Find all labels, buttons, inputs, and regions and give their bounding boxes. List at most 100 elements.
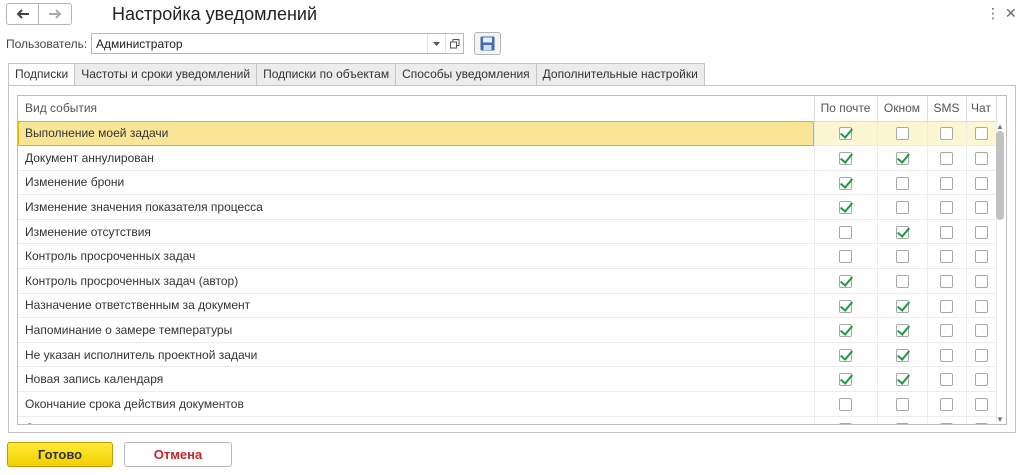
window-checkbox[interactable] bbox=[895, 250, 909, 264]
table-row[interactable]: Изменение значения показателя процесса bbox=[18, 194, 997, 220]
window-checkbox[interactable] bbox=[895, 201, 909, 215]
email-checkbox[interactable] bbox=[839, 127, 852, 141]
open-button[interactable] bbox=[445, 34, 463, 53]
scroll-thumb[interactable] bbox=[996, 131, 1004, 220]
event-name-cell[interactable]: Выполнение моей задачи bbox=[18, 121, 815, 147]
column-header-event[interactable]: Вид события bbox=[18, 96, 815, 122]
chat-checkbox[interactable] bbox=[974, 127, 988, 141]
email-checkbox[interactable] bbox=[839, 201, 852, 215]
sms-checkbox[interactable] bbox=[940, 373, 953, 387]
email-checkbox[interactable] bbox=[839, 250, 852, 264]
tab-frequencies[interactable]: Частоты и сроки уведомлений bbox=[75, 63, 258, 86]
table-row[interactable]: Напоминание о замере температуры bbox=[18, 317, 997, 343]
tab-subscriptions[interactable]: Подписки bbox=[8, 63, 76, 86]
table-row[interactable]: Окончание срока действия документов bbox=[18, 391, 997, 417]
chat-checkbox[interactable] bbox=[974, 373, 988, 387]
event-name-cell[interactable]: Остановка и прерывание процессов bbox=[18, 416, 815, 424]
window-checkbox[interactable] bbox=[895, 299, 909, 313]
chat-checkbox[interactable] bbox=[974, 152, 988, 166]
event-name-cell[interactable]: Изменение брони bbox=[18, 170, 815, 196]
window-checkbox[interactable] bbox=[895, 324, 909, 338]
back-button[interactable] bbox=[6, 3, 39, 25]
chat-checkbox[interactable] bbox=[974, 176, 988, 190]
chat-checkbox[interactable] bbox=[974, 422, 988, 424]
more-vert-icon[interactable]: ⋮ bbox=[986, 3, 1000, 23]
email-checkbox[interactable] bbox=[839, 152, 852, 166]
table-row[interactable]: Остановка и прерывание процессов bbox=[18, 416, 997, 424]
chat-checkbox[interactable] bbox=[974, 397, 988, 411]
window-checkbox[interactable] bbox=[895, 152, 909, 166]
chat-checkbox[interactable] bbox=[974, 250, 988, 264]
email-checkbox[interactable] bbox=[839, 299, 852, 313]
sms-checkbox[interactable] bbox=[940, 397, 953, 411]
tab-additional-settings[interactable]: Дополнительные настройки bbox=[536, 63, 705, 86]
event-name-cell[interactable]: Новая запись календаря bbox=[18, 366, 815, 393]
table-row[interactable]: Контроль просроченных задач (автор) bbox=[18, 268, 997, 294]
window-checkbox[interactable] bbox=[895, 176, 909, 190]
save-button[interactable] bbox=[474, 32, 501, 55]
window-checkbox[interactable] bbox=[895, 422, 909, 424]
email-checkbox[interactable] bbox=[839, 324, 852, 338]
column-header-sms[interactable]: SMS bbox=[927, 96, 967, 122]
vertical-scrollbar[interactable]: ▲ ▼ bbox=[995, 123, 1005, 424]
window-checkbox[interactable] bbox=[895, 275, 909, 289]
column-header-email[interactable]: По почте bbox=[814, 96, 878, 122]
sms-checkbox[interactable] bbox=[940, 127, 953, 141]
sms-checkbox[interactable] bbox=[940, 275, 953, 289]
forward-button[interactable] bbox=[39, 3, 72, 25]
event-name-cell[interactable]: Окончание срока действия документов bbox=[18, 391, 815, 417]
chat-checkbox[interactable] bbox=[974, 225, 988, 239]
event-name-cell[interactable]: Контроль просроченных задач (автор) bbox=[18, 268, 815, 294]
sms-checkbox[interactable] bbox=[940, 152, 953, 166]
window-checkbox[interactable] bbox=[895, 225, 909, 239]
window-checkbox[interactable] bbox=[895, 348, 909, 362]
dropdown-button[interactable] bbox=[427, 34, 445, 53]
email-checkbox[interactable] bbox=[839, 275, 852, 289]
chat-checkbox[interactable] bbox=[974, 324, 988, 338]
event-name-cell[interactable]: Контроль просроченных задач bbox=[18, 243, 815, 270]
window-checkbox[interactable] bbox=[895, 397, 909, 411]
email-checkbox[interactable] bbox=[839, 225, 852, 239]
window-checkbox[interactable] bbox=[895, 127, 909, 141]
close-icon[interactable]: ✕ bbox=[1005, 3, 1017, 23]
email-checkbox[interactable] bbox=[839, 348, 852, 362]
email-checkbox[interactable] bbox=[839, 373, 852, 387]
scroll-down-icon[interactable]: ▼ bbox=[996, 416, 1004, 424]
window-checkbox[interactable] bbox=[895, 373, 909, 387]
column-header-chat[interactable]: Чат bbox=[966, 96, 997, 122]
table-row[interactable]: Назначение ответственным за документ bbox=[18, 293, 997, 319]
user-input[interactable] bbox=[92, 34, 427, 53]
table-row[interactable]: Изменение брони bbox=[18, 170, 997, 196]
table-row[interactable]: Контроль просроченных задач bbox=[18, 243, 997, 270]
event-name-cell[interactable]: Изменение значения показателя процесса bbox=[18, 194, 815, 220]
email-checkbox[interactable] bbox=[839, 422, 852, 424]
sms-checkbox[interactable] bbox=[940, 176, 953, 190]
column-header-window[interactable]: Окном bbox=[877, 96, 928, 122]
table-row[interactable]: Выполнение моей задачи bbox=[18, 121, 997, 147]
chat-checkbox[interactable] bbox=[974, 348, 988, 362]
sms-checkbox[interactable] bbox=[940, 324, 953, 338]
sms-checkbox[interactable] bbox=[940, 299, 953, 313]
done-button[interactable]: Готово bbox=[7, 442, 113, 467]
event-name-cell[interactable]: Напоминание о замере температуры bbox=[18, 317, 815, 343]
tab-notification-methods[interactable]: Способы уведомления bbox=[396, 63, 537, 86]
sms-checkbox[interactable] bbox=[940, 225, 953, 239]
tab-object-subscriptions[interactable]: Подписки по объектам bbox=[257, 63, 397, 86]
chat-checkbox[interactable] bbox=[974, 299, 988, 313]
sms-checkbox[interactable] bbox=[940, 348, 953, 362]
sms-checkbox[interactable] bbox=[940, 250, 953, 264]
chat-checkbox[interactable] bbox=[974, 275, 988, 289]
table-row[interactable]: Изменение отсутствия bbox=[18, 219, 997, 245]
table-row[interactable]: Не указан исполнитель проектной задачи bbox=[18, 342, 997, 368]
event-name-cell[interactable]: Не указан исполнитель проектной задачи bbox=[18, 342, 815, 368]
table-row[interactable]: Новая запись календаря bbox=[18, 366, 997, 393]
event-name-cell[interactable]: Изменение отсутствия bbox=[18, 219, 815, 245]
sms-checkbox[interactable] bbox=[940, 201, 953, 215]
chat-checkbox[interactable] bbox=[974, 201, 988, 215]
email-checkbox[interactable] bbox=[839, 176, 852, 190]
table-row[interactable]: Документ аннулирован bbox=[18, 145, 997, 171]
event-name-cell[interactable]: Назначение ответственным за документ bbox=[18, 293, 815, 319]
sms-checkbox[interactable] bbox=[940, 422, 953, 424]
cancel-button[interactable]: Отмена bbox=[124, 442, 232, 467]
scroll-up-icon[interactable]: ▲ bbox=[996, 123, 1004, 131]
